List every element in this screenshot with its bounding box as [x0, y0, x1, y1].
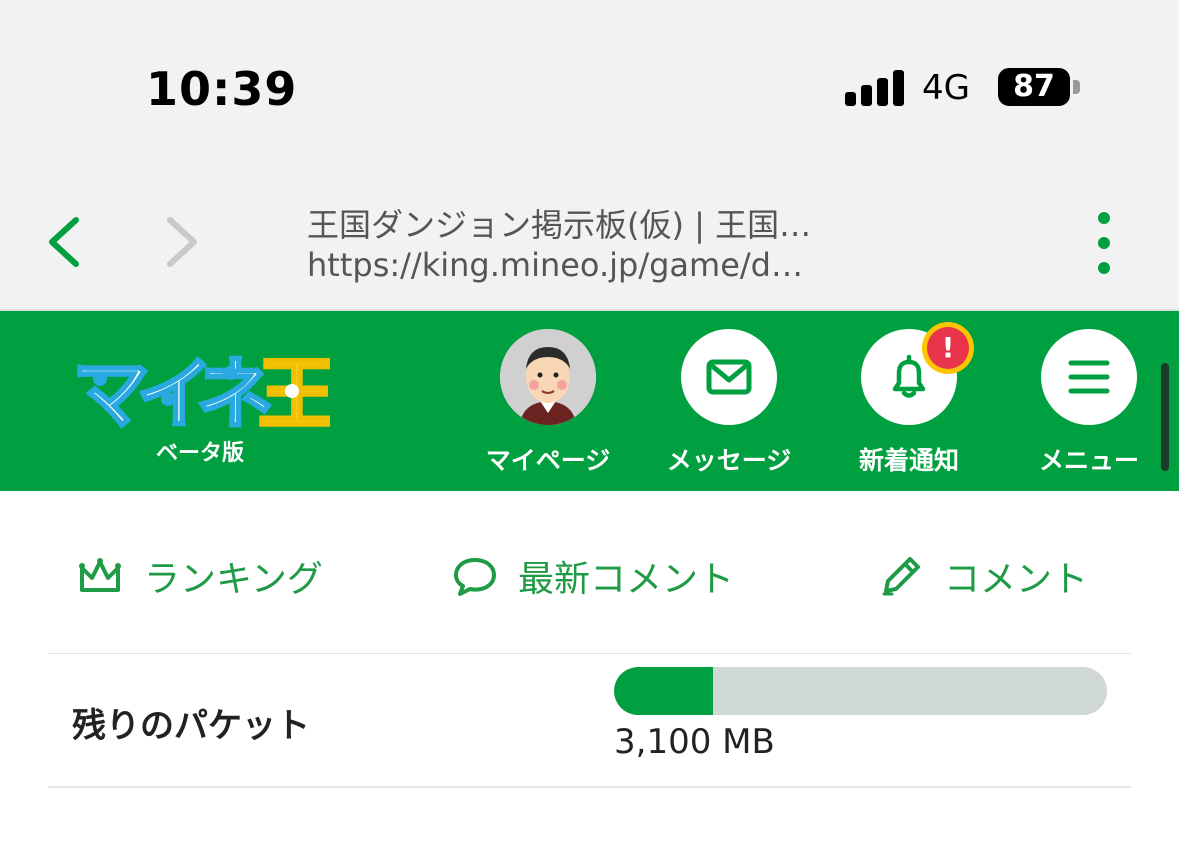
- messages-circle: [681, 329, 777, 425]
- mail-icon: [706, 359, 752, 395]
- menu-label: メニュー: [1038, 446, 1139, 475]
- ranking-label: ランキング: [144, 559, 323, 600]
- network-type: 4G: [922, 68, 970, 108]
- pencil-icon: [882, 557, 920, 596]
- notifications-label: 新着通知: [858, 446, 959, 475]
- forward-button[interactable]: [162, 214, 202, 270]
- latest-comments-link[interactable]: 最新コメント: [452, 546, 734, 606]
- battery-icon: 87: [998, 68, 1070, 106]
- divider: [48, 653, 1131, 654]
- mypage-button[interactable]: マイページ: [468, 329, 628, 489]
- chevron-left-icon: [49, 217, 79, 267]
- speech-bubble-icon: [454, 558, 496, 596]
- battery-tip: [1073, 80, 1080, 94]
- messages-label: メッセージ: [666, 446, 792, 475]
- notification-badge: !: [922, 322, 974, 374]
- messages-button[interactable]: メッセージ: [649, 329, 809, 489]
- crown-icon: [79, 558, 121, 592]
- comment-label: コメント: [944, 559, 1089, 600]
- signal-icon: [845, 70, 905, 106]
- menu-circle: [1041, 329, 1137, 425]
- hamburger-icon: [1068, 360, 1110, 394]
- browser-chrome: 10:39 4G 87 王国ダンジョン掲示板(仮) | 王国… https://…: [0, 0, 1179, 311]
- page-title[interactable]: 王国ダンジョン掲示板(仮) | 王国…: [307, 200, 877, 246]
- status-time: 10:39: [146, 62, 298, 116]
- packet-progress-bar: [614, 667, 1107, 715]
- packet-progress-fill: [614, 667, 713, 715]
- latest-comments-label: 最新コメント: [518, 559, 735, 600]
- chevron-right-icon: [167, 217, 197, 267]
- ranking-link[interactable]: ランキング: [76, 546, 323, 606]
- site-logo[interactable]: マ イ ネ 王: [70, 339, 338, 442]
- packet-label: 残りのパケット: [72, 706, 310, 746]
- beta-label: ベータ版: [156, 441, 245, 466]
- packet-value: 3,100 MB: [614, 722, 775, 762]
- scrollbar[interactable]: [1161, 363, 1169, 471]
- alert-icon: !: [927, 327, 969, 369]
- divider: [48, 786, 1131, 788]
- battery-level: 87: [1013, 69, 1055, 104]
- avatar: [500, 329, 596, 425]
- kebab-icon[interactable]: [1090, 212, 1118, 274]
- url-field[interactable]: https://king.mineo.jp/game/d…: [307, 246, 877, 284]
- mypage-label: マイページ: [485, 446, 611, 475]
- menu-button[interactable]: メニュー: [1009, 329, 1169, 489]
- back-button[interactable]: [44, 214, 84, 270]
- avatar-icon: [500, 329, 596, 425]
- site-header: マ イ ネ 王 ベータ版: [0, 311, 1179, 491]
- comment-link[interactable]: コメント: [878, 546, 1088, 606]
